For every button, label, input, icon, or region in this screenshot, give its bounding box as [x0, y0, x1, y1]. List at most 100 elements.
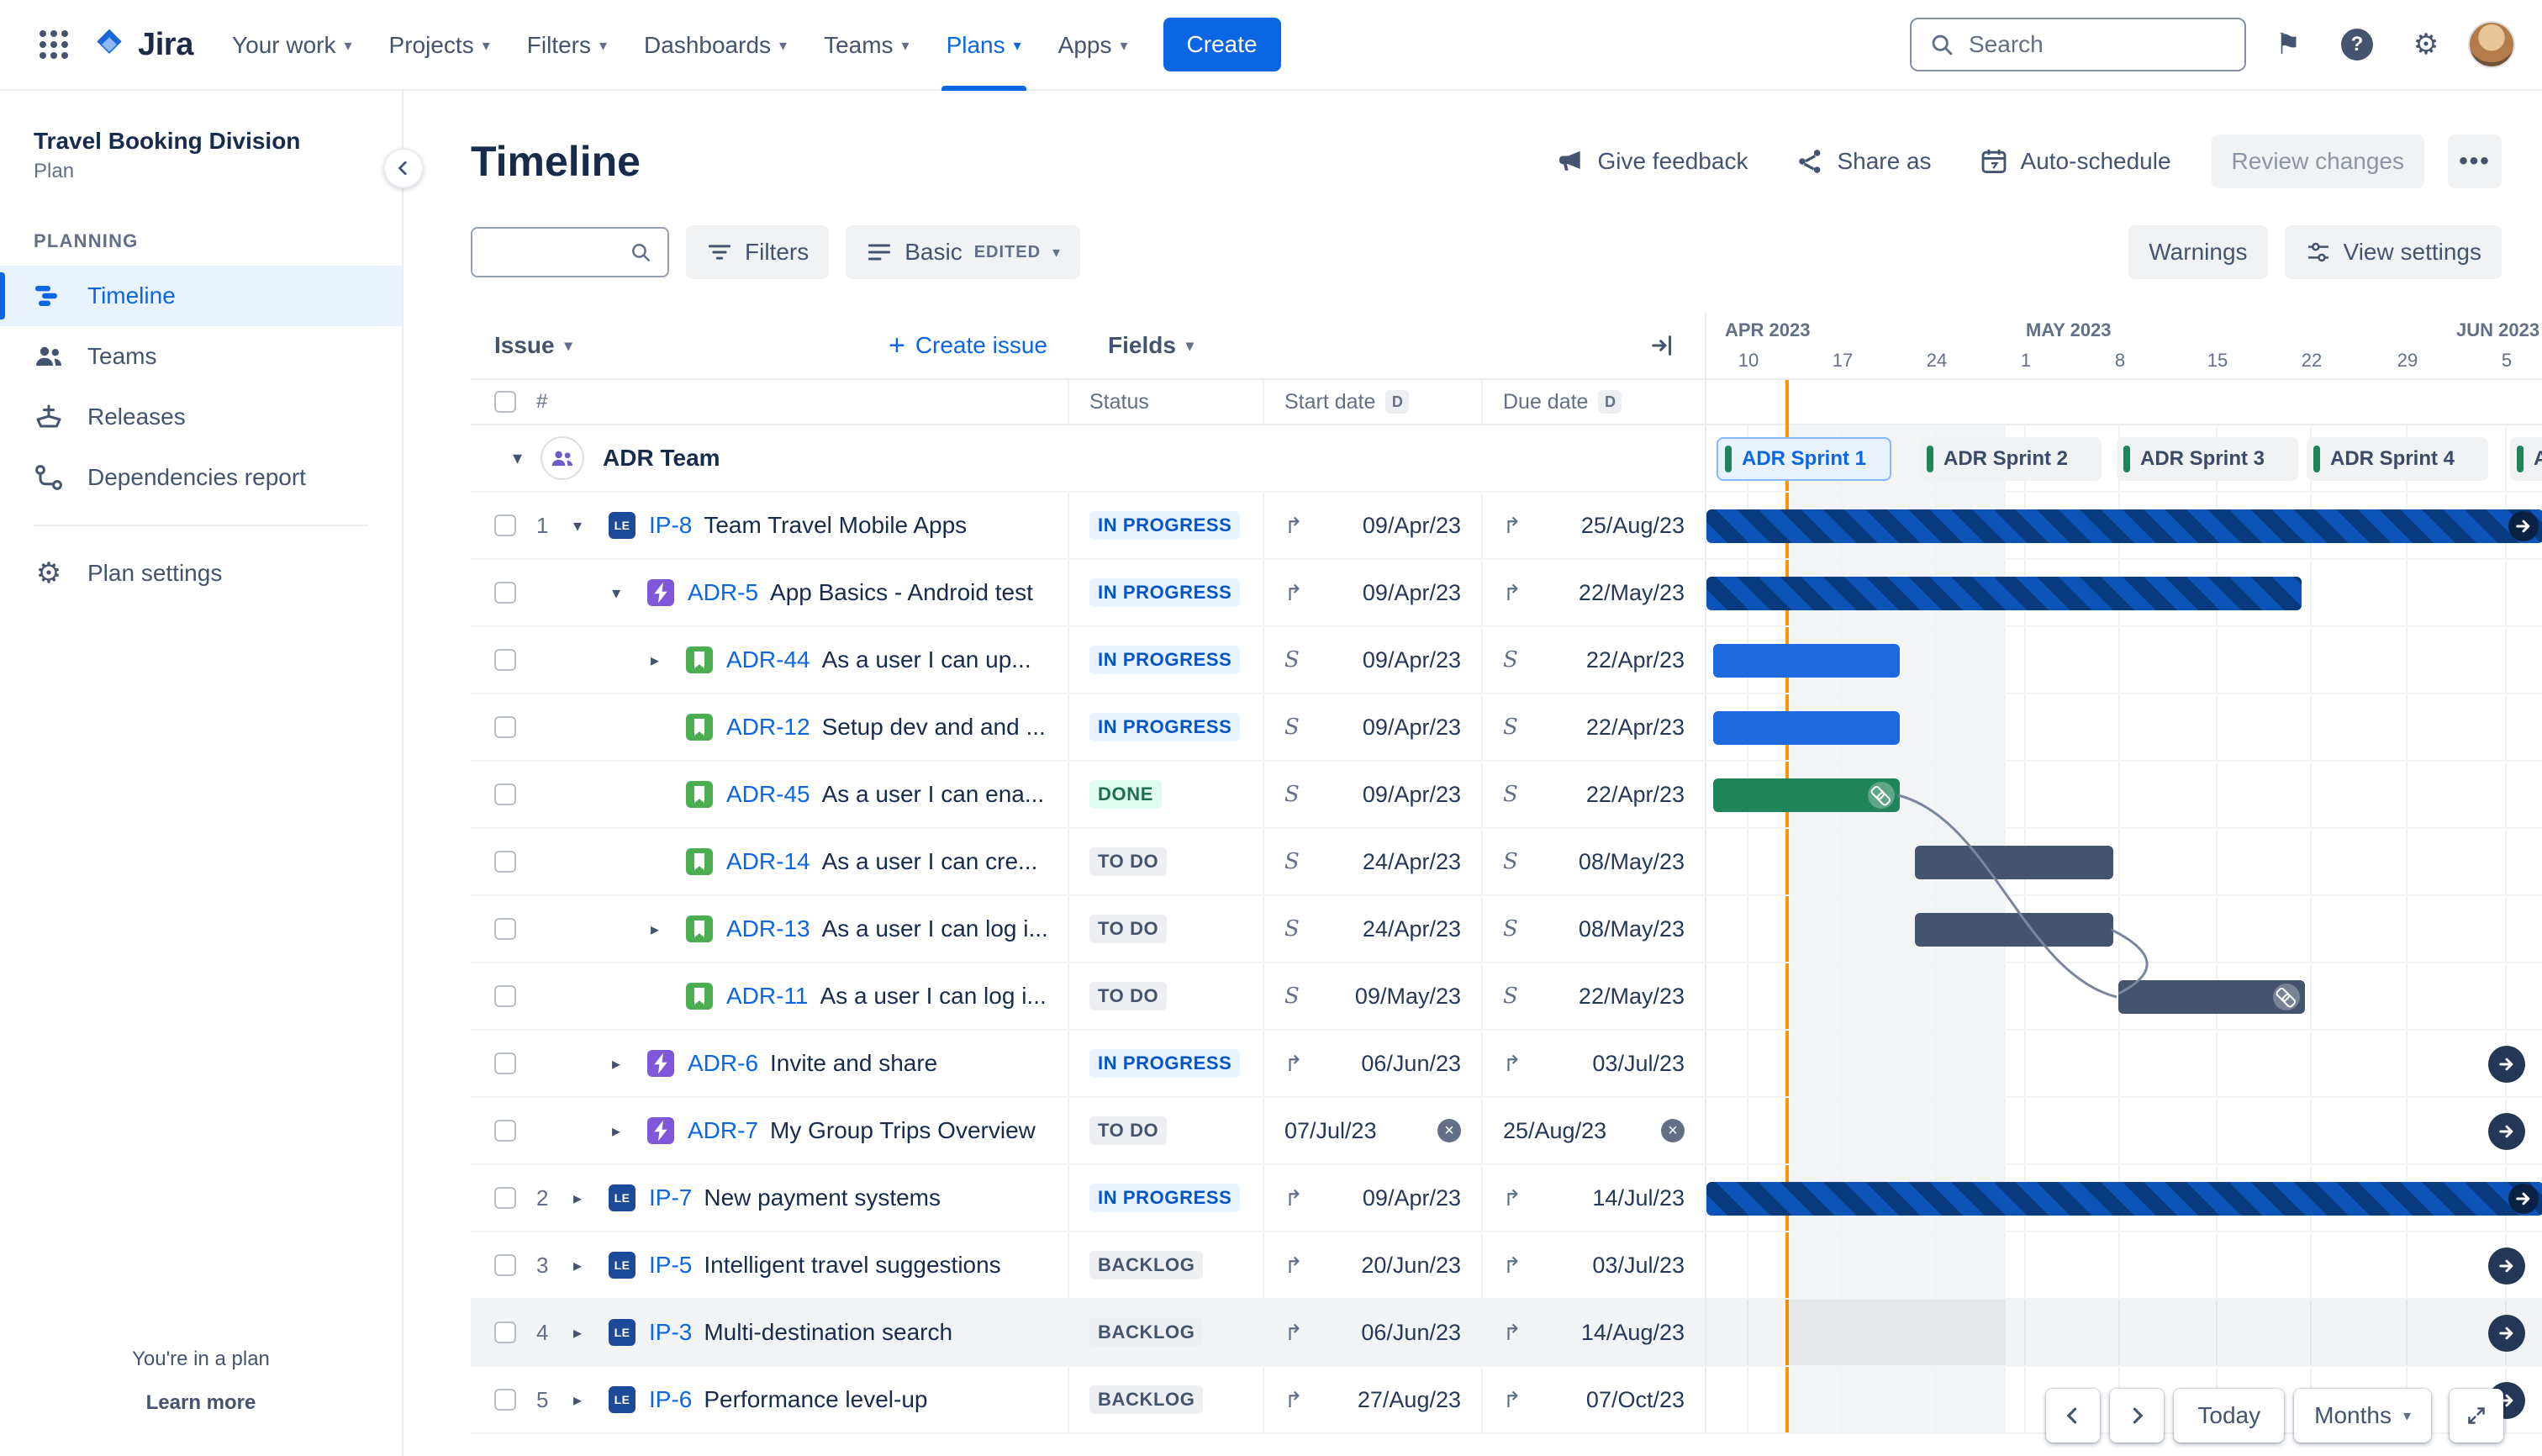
- expand-chevron-icon[interactable]: ▾: [513, 447, 522, 469]
- issue-row-ip-5[interactable]: 3 ▸ LE IP-5 Intelligent travel suggestio…: [471, 1232, 2542, 1300]
- nav-item-apps[interactable]: Apps ▾: [1040, 0, 1147, 91]
- offscreen-bar-indicator[interactable]: [2488, 1046, 2525, 1083]
- start-date-cell[interactable]: S 09/May/23: [1263, 963, 1481, 1029]
- row-checkbox[interactable]: [494, 783, 516, 805]
- start-date-cell[interactable]: ↱ 09/Apr/23: [1263, 493, 1481, 558]
- status-lozenge[interactable]: TO DO: [1089, 1116, 1168, 1145]
- today-button[interactable]: Today: [2174, 1389, 2285, 1443]
- start-date-cell[interactable]: S 09/Apr/23: [1263, 627, 1481, 693]
- jira-logo[interactable]: Jira: [91, 26, 193, 63]
- sprint-pill-adr-sprint-3[interactable]: ADR Sprint 3: [2117, 437, 2298, 481]
- row-checkbox[interactable]: [494, 716, 516, 738]
- offscreen-bar-indicator[interactable]: [2488, 1248, 2525, 1285]
- issue-key-link[interactable]: ADR-45: [726, 781, 810, 808]
- expand-chevron-icon[interactable]: ▸: [573, 1322, 609, 1343]
- row-checkbox[interactable]: [494, 1052, 516, 1074]
- issue-key-link[interactable]: ADR-44: [726, 646, 810, 673]
- gantt-bar[interactable]: [1706, 509, 2542, 543]
- status-lozenge[interactable]: BACKLOG: [1089, 1385, 1204, 1414]
- expand-chevron-icon[interactable]: ▾: [612, 583, 647, 604]
- global-search-input[interactable]: [1969, 31, 2228, 58]
- nav-item-filters[interactable]: Filters ▾: [509, 0, 625, 91]
- row-checkbox[interactable]: [494, 1321, 516, 1343]
- due-date-cell[interactable]: ↱ 25/Aug/23: [1481, 493, 1705, 558]
- issue-key-link[interactable]: ADR-11: [726, 983, 809, 1010]
- status-lozenge[interactable]: IN PROGRESS: [1089, 646, 1241, 674]
- issue-search-box[interactable]: [471, 227, 669, 277]
- issue-row-ip-8[interactable]: 1 ▾ LE IP-8 Team Travel Mobile Apps IN P…: [471, 493, 2542, 560]
- view-mode-dropdown[interactable]: Basic EDITED ▾: [846, 225, 1081, 279]
- issue-row-adr-14[interactable]: ADR-14 As a user I can cre... TO DO S 24/…: [471, 829, 2542, 896]
- status-lozenge[interactable]: BACKLOG: [1089, 1251, 1204, 1279]
- issue-row-adr-6[interactable]: ▸ ADR-6 Invite and share IN PROGRESS ↱ 06…: [471, 1031, 2542, 1098]
- start-date-cell[interactable]: 07/Jul/23 ×: [1263, 1098, 1481, 1163]
- gantt-bar[interactable]: [1706, 577, 2302, 610]
- gantt-bar[interactable]: [2118, 980, 2305, 1014]
- due-date-column-header[interactable]: Due date D: [1481, 380, 1705, 424]
- due-date-cell[interactable]: ↱ 22/May/23: [1481, 560, 1705, 625]
- status-lozenge[interactable]: DONE: [1089, 780, 1162, 809]
- due-date-cell[interactable]: ↱ 03/Jul/23: [1481, 1232, 1705, 1298]
- due-date-cell[interactable]: ↱ 03/Jul/23: [1481, 1031, 1705, 1096]
- status-lozenge[interactable]: TO DO: [1089, 915, 1168, 943]
- offscreen-bar-indicator[interactable]: [2488, 1113, 2525, 1150]
- sprint-pill-a[interactable]: A: [2510, 437, 2542, 481]
- nav-item-plans[interactable]: Plans ▾: [928, 0, 1040, 91]
- zoom-level-dropdown[interactable]: Months ▾: [2294, 1389, 2431, 1443]
- start-date-cell[interactable]: ↱ 09/Apr/23: [1263, 1165, 1481, 1231]
- sprint-pill-adr-sprint-1[interactable]: ADR Sprint 1: [1717, 437, 1891, 481]
- due-date-cell[interactable]: S 08/May/23: [1481, 896, 1705, 962]
- gantt-bar[interactable]: [1915, 846, 2113, 879]
- issue-row-adr-5[interactable]: ▾ ADR-5 App Basics - Android test IN PRO…: [471, 560, 2542, 627]
- issue-key-link[interactable]: IP-6: [649, 1386, 692, 1413]
- user-avatar[interactable]: [2468, 21, 2515, 68]
- dependency-link-icon[interactable]: [2273, 984, 2300, 1010]
- expand-chevron-icon[interactable]: ▸: [651, 650, 686, 671]
- sidebar-item-dependencies-report[interactable]: Dependencies report: [0, 447, 402, 508]
- due-date-cell[interactable]: S 08/May/23: [1481, 829, 1705, 894]
- due-date-cell[interactable]: 25/Aug/23 ×: [1481, 1098, 1705, 1163]
- start-date-cell[interactable]: ↱ 27/Aug/23: [1263, 1367, 1481, 1432]
- remove-date-icon[interactable]: ×: [1661, 1119, 1685, 1142]
- status-lozenge[interactable]: IN PROGRESS: [1089, 713, 1241, 741]
- issue-key-link[interactable]: ADR-13: [726, 915, 810, 942]
- app-switcher-button[interactable]: [27, 18, 81, 71]
- sprint-pill-adr-sprint-4[interactable]: ADR Sprint 4: [2307, 437, 2488, 481]
- fields-dropdown[interactable]: Fields ▾: [1108, 332, 1194, 359]
- nav-item-dashboards[interactable]: Dashboards ▾: [625, 0, 805, 91]
- row-checkbox[interactable]: [494, 1120, 516, 1142]
- issue-key-link[interactable]: IP-7: [649, 1184, 692, 1211]
- gantt-bar[interactable]: [1713, 644, 1900, 678]
- gantt-bar[interactable]: [1915, 913, 2113, 947]
- notifications-flag-button[interactable]: ⚑: [2261, 18, 2315, 71]
- status-lozenge[interactable]: TO DO: [1089, 982, 1168, 1010]
- expand-chevron-icon[interactable]: ▾: [573, 515, 609, 536]
- issue-key-link[interactable]: ADR-7: [688, 1117, 758, 1144]
- issue-row-adr-13[interactable]: ▸ ADR-13 As a user I can log i... TO DO …: [471, 896, 2542, 963]
- row-checkbox[interactable]: [494, 514, 516, 536]
- issue-key-link[interactable]: ADR-6: [688, 1050, 758, 1077]
- expand-chevron-icon[interactable]: ▸: [573, 1390, 609, 1411]
- issue-key-link[interactable]: IP-8: [649, 512, 692, 539]
- start-date-cell[interactable]: ↱ 06/Jun/23: [1263, 1300, 1481, 1365]
- sidebar-item-releases[interactable]: Releases: [0, 387, 402, 447]
- global-search[interactable]: [1910, 18, 2246, 71]
- row-checkbox[interactable]: [494, 1187, 516, 1209]
- sprint-pill-adr-sprint-2[interactable]: ADR Sprint 2: [1920, 437, 2102, 481]
- scroll-left-button[interactable]: [2046, 1389, 2101, 1443]
- create-issue-button[interactable]: + Create issue: [889, 331, 1047, 360]
- auto-schedule-button[interactable]: Auto-schedule: [1962, 136, 2188, 187]
- sidebar-collapse-button[interactable]: [383, 148, 424, 188]
- expand-chevron-icon[interactable]: ▸: [612, 1121, 647, 1142]
- issue-key-link[interactable]: IP-3: [649, 1319, 692, 1346]
- issue-row-ip-7[interactable]: 2 ▸ LE IP-7 New payment systems IN PROGR…: [471, 1165, 2542, 1232]
- share-as-button[interactable]: Share as: [1778, 136, 1948, 187]
- status-lozenge[interactable]: IN PROGRESS: [1089, 1049, 1241, 1078]
- status-lozenge[interactable]: TO DO: [1089, 847, 1168, 876]
- filters-button[interactable]: Filters: [686, 225, 830, 279]
- status-lozenge[interactable]: BACKLOG: [1089, 1318, 1204, 1347]
- create-button[interactable]: Create: [1163, 18, 1281, 71]
- issue-key-link[interactable]: ADR-12: [726, 714, 810, 741]
- start-date-cell[interactable]: S 09/Apr/23: [1263, 762, 1481, 827]
- nav-item-teams[interactable]: Teams ▾: [805, 0, 928, 91]
